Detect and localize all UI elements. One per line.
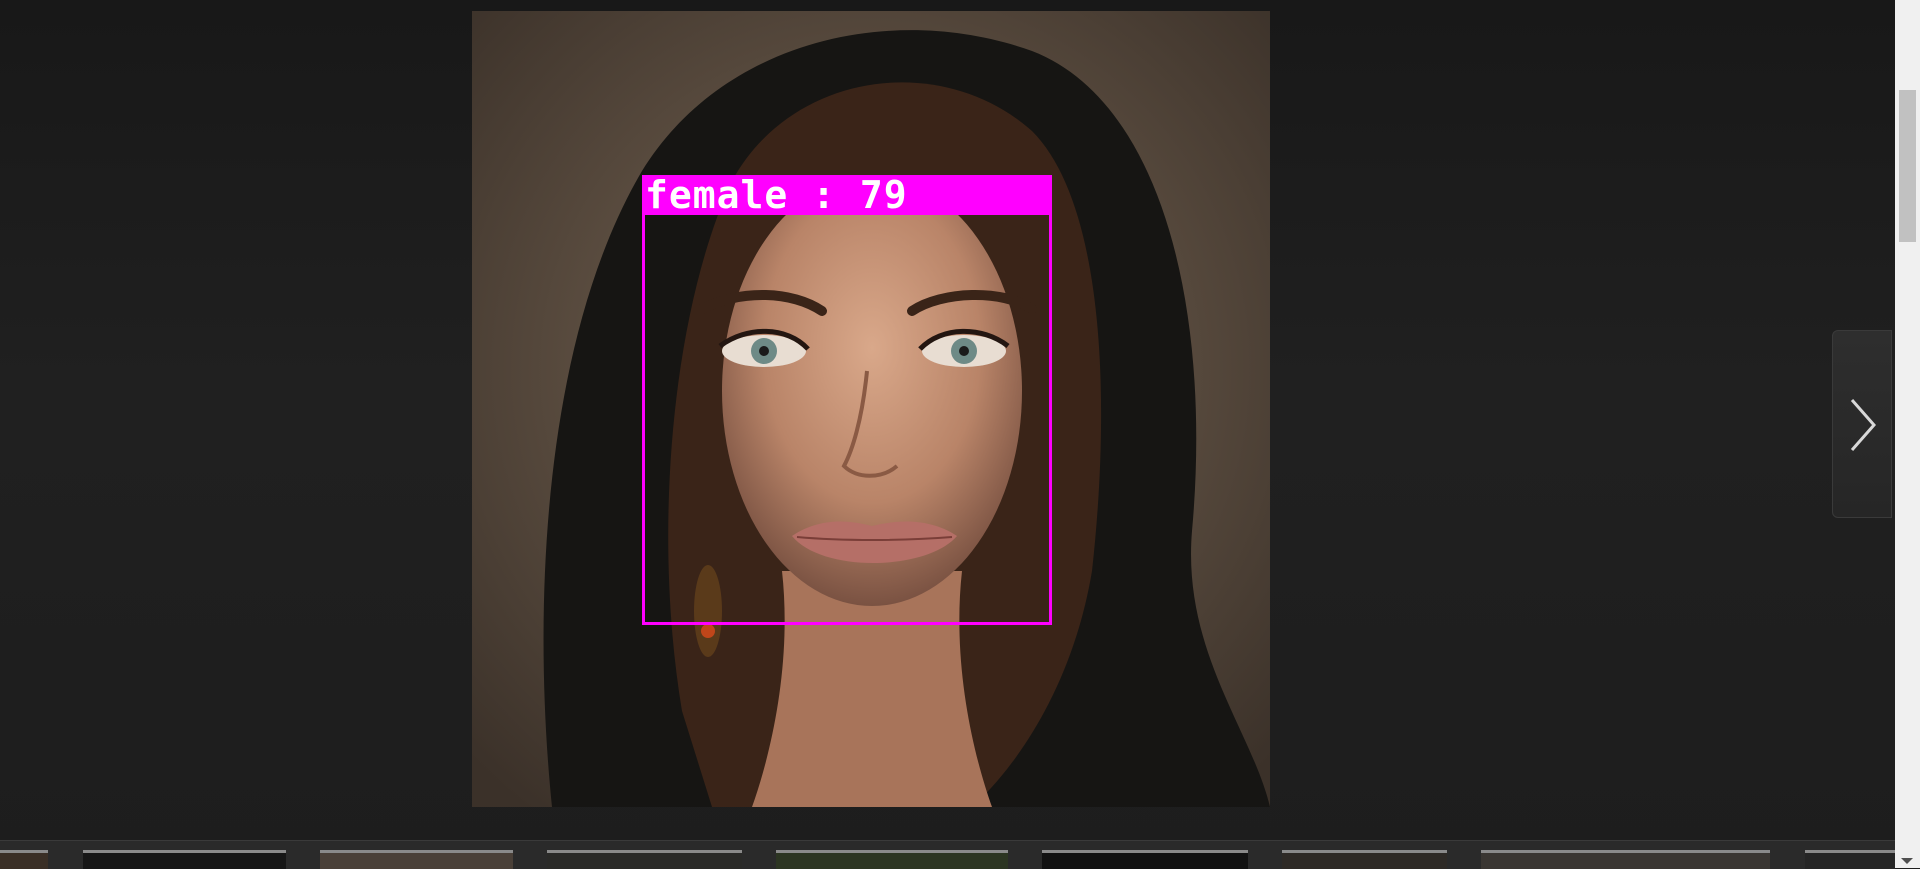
thumbnail-4[interactable] bbox=[547, 850, 742, 869]
thumbnail-9[interactable] bbox=[1805, 850, 1895, 869]
image-viewer: female : 79 bbox=[0, 0, 1895, 869]
scroll-down-arrow-icon[interactable] bbox=[1901, 858, 1913, 864]
thumbnail-2[interactable] bbox=[83, 850, 286, 869]
thumbnail-3[interactable] bbox=[320, 850, 513, 869]
detection-label: female : 79 bbox=[642, 175, 1052, 215]
vertical-scrollbar[interactable] bbox=[1895, 0, 1920, 868]
thumbnail-5[interactable] bbox=[776, 850, 1008, 869]
scrollbar-thumb[interactable] bbox=[1899, 90, 1916, 242]
chevron-right-icon bbox=[1850, 399, 1876, 451]
next-image-button[interactable] bbox=[1832, 330, 1892, 518]
face-detection-box bbox=[642, 175, 1052, 625]
thumbnail-1[interactable] bbox=[0, 850, 48, 869]
thumbnail-6[interactable] bbox=[1042, 850, 1248, 869]
thumbnail-strip bbox=[0, 840, 1895, 869]
thumbnail-8[interactable] bbox=[1481, 850, 1770, 869]
thumbnail-7[interactable] bbox=[1282, 850, 1447, 869]
